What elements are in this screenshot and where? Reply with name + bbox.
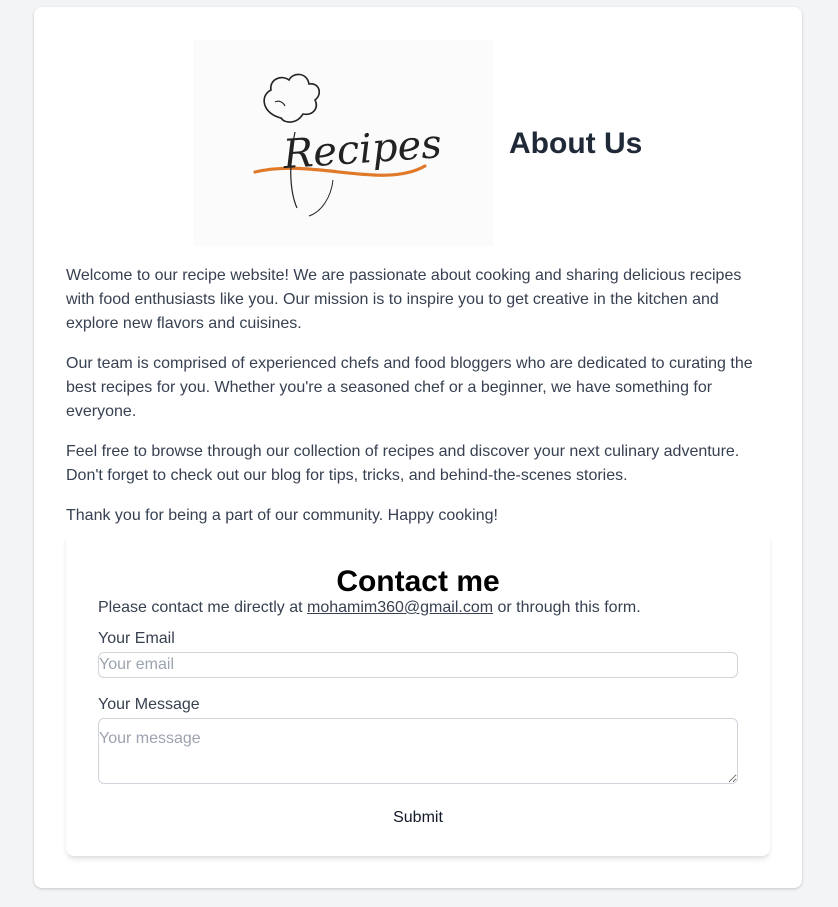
recipes-logo: Recipes bbox=[193, 40, 493, 246]
about-card: Recipes About Us Welcome to our recipe w… bbox=[34, 7, 802, 888]
about-title: About Us bbox=[509, 127, 643, 160]
contact-intro-after: or through this form. bbox=[493, 599, 641, 616]
email-label: Your Email bbox=[98, 630, 175, 647]
about-paragraph-browse: Feel free to browse through our collecti… bbox=[66, 443, 740, 484]
submit-button[interactable]: Submit bbox=[368, 805, 468, 831]
email-field[interactable] bbox=[98, 652, 738, 678]
chef-hat-logo-icon: Recipes bbox=[253, 73, 443, 217]
about-paragraph-team: Our team is comprised of experienced che… bbox=[66, 355, 753, 420]
contact-form-card: Contact me Please contact me directly at… bbox=[66, 532, 770, 856]
about-paragraph-welcome: Welcome to our recipe website! We are pa… bbox=[66, 267, 742, 332]
contact-title: Contact me bbox=[336, 565, 500, 598]
about-paragraph-thanks: Thank you for being a part of our commun… bbox=[66, 507, 498, 524]
contact-email-link[interactable]: mohamim360@gmail.com bbox=[307, 599, 493, 616]
contact-intro-before: Please contact me directly at bbox=[98, 599, 307, 616]
message-field[interactable] bbox=[98, 718, 738, 784]
message-label: Your Message bbox=[98, 696, 200, 713]
contact-intro: Please contact me directly at mohamim360… bbox=[98, 598, 641, 618]
